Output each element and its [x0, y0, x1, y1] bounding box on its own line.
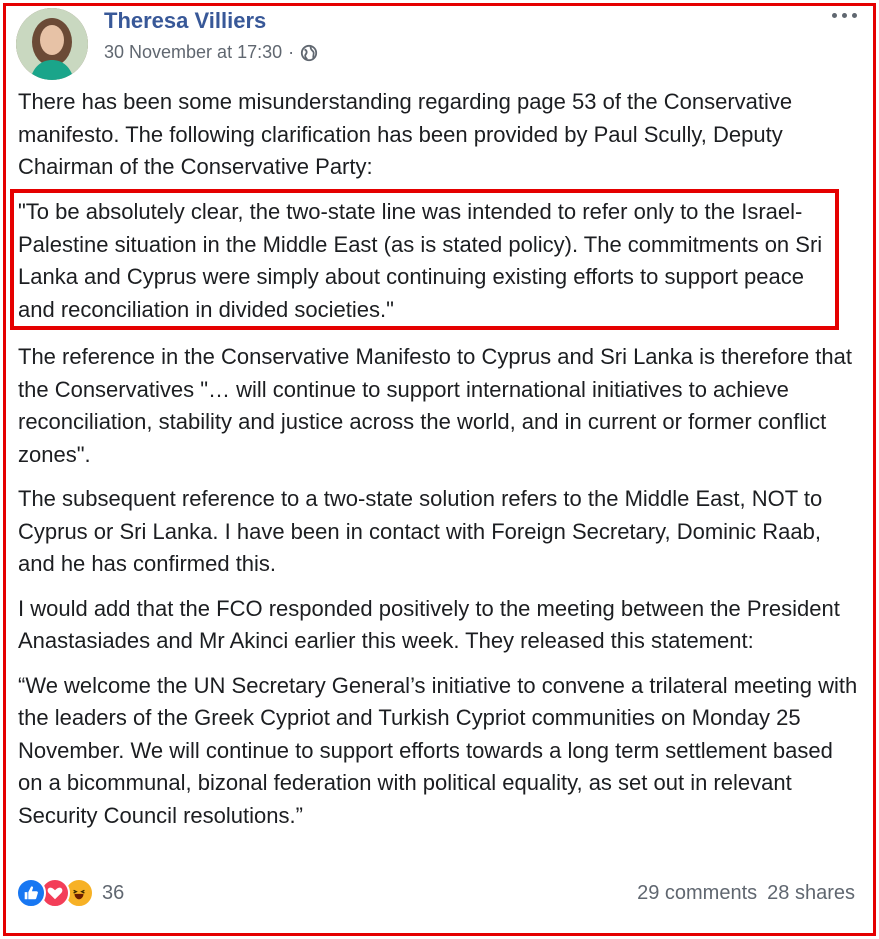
- reactions-summary[interactable]: 36: [16, 878, 124, 908]
- meta-separator: ·: [288, 42, 295, 62]
- more-options-icon[interactable]: [830, 4, 860, 24]
- shares-link[interactable]: 28 shares: [767, 882, 855, 905]
- comments-link[interactable]: 29 comments: [637, 882, 757, 905]
- like-icon: [16, 878, 46, 908]
- avatar[interactable]: [16, 8, 88, 80]
- post-timestamp[interactable]: 30 November at 17:30: [104, 42, 282, 63]
- paragraph-intro: There has been some misunderstanding reg…: [18, 89, 793, 179]
- globe-icon[interactable]: [300, 44, 318, 62]
- avatar-photo: [16, 8, 88, 80]
- post-body-continued: The reference in the Conservative Manife…: [18, 341, 858, 844]
- post-meta: 30 November at 17:30 ·: [104, 42, 318, 63]
- reaction-count: 36: [102, 881, 125, 904]
- paragraph-statement: “We welcome the UN Secretary General’s i…: [18, 672, 858, 828]
- paragraph-two-state: The subsequent reference to a two-state …: [18, 486, 823, 576]
- author-name[interactable]: Theresa Villiers: [104, 8, 266, 34]
- engagement-counts: 29 comments 28 shares: [637, 882, 855, 905]
- paragraph-fco: I would add that the FCO responded posit…: [18, 595, 840, 654]
- quoted-clarification: "To be absolutely clear, the two-state l…: [18, 199, 823, 322]
- paragraph-reference: The reference in the Conservative Manife…: [18, 344, 852, 467]
- post-body: There has been some misunderstanding reg…: [18, 86, 858, 196]
